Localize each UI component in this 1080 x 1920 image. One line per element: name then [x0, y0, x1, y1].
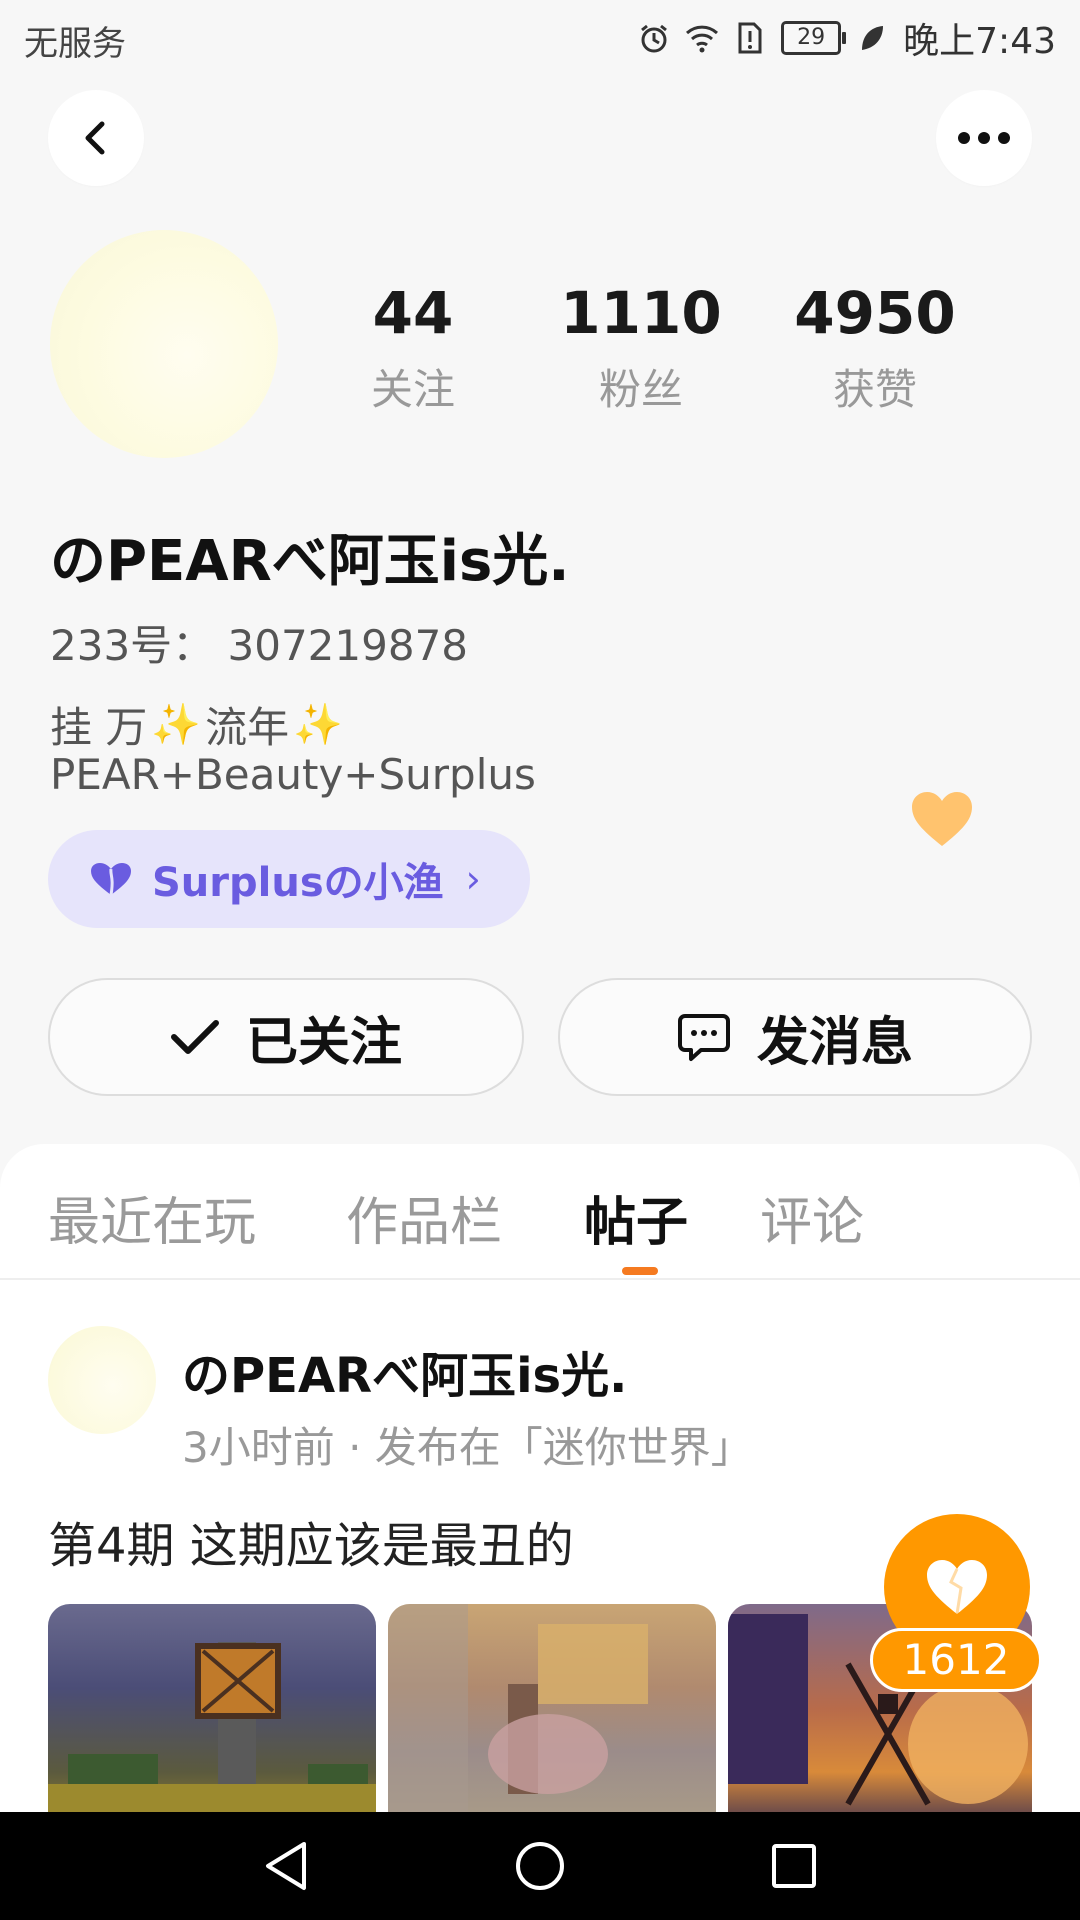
- followers-label: 粉丝: [598, 365, 683, 414]
- user-id[interactable]: 233号： 307219878: [50, 612, 468, 673]
- chevron-left-icon: [85, 121, 105, 155]
- more-button[interactable]: [936, 90, 1032, 186]
- group-chip[interactable]: Surplusの小渔 ›: [48, 830, 530, 928]
- avatar[interactable]: [50, 230, 278, 458]
- heart-group-icon: [91, 863, 131, 896]
- nav-home-icon[interactable]: [514, 1840, 566, 1892]
- post-like-count: 1612: [870, 1628, 1042, 1692]
- stat-following[interactable]: 44 关注: [328, 278, 498, 417]
- nav-recents-icon[interactable]: [770, 1842, 818, 1890]
- following-count: 44: [372, 279, 454, 347]
- wifi-icon: [685, 21, 719, 55]
- post-image-1[interactable]: [48, 1604, 376, 1814]
- post-author-avatar[interactable]: [48, 1326, 156, 1434]
- likes-label: 获赞: [832, 365, 917, 414]
- bio-text-a: 挂 万: [50, 703, 148, 752]
- tab-indicator: [622, 1267, 658, 1275]
- more-dots-icon: [958, 132, 1010, 144]
- likes-count: 4950: [794, 279, 956, 347]
- sparkle-icon: ✨: [151, 702, 202, 748]
- carrier-text: 无服务: [24, 24, 126, 64]
- tab-comments[interactable]: 评论: [760, 1180, 864, 1255]
- post-meta: 3小时前 · 发布在「迷你世界」: [182, 1423, 753, 1472]
- check-icon: [170, 1020, 219, 1054]
- tab-bar: 最近在玩 作品栏 帖子 评论: [0, 1180, 1080, 1276]
- post-author-name[interactable]: のPEARべ阿玉is光.: [182, 1336, 627, 1406]
- following-label: 关注: [370, 365, 455, 414]
- stat-followers[interactable]: 1110 粉丝: [556, 278, 726, 417]
- divider: [0, 1278, 1080, 1280]
- tab-works[interactable]: 作品栏: [346, 1180, 502, 1255]
- message-button-label: 发消息: [756, 1012, 913, 1073]
- followers-count: 1110: [560, 279, 722, 347]
- post-title[interactable]: 第4期 这期应该是最丑的: [48, 1506, 574, 1576]
- bio-line-2: PEAR+Beauty+Surplus: [50, 750, 536, 799]
- group-name: Surplusの小渔: [152, 860, 444, 906]
- username: のPEARべ阿玉is光.: [50, 529, 570, 594]
- tab-recently-played[interactable]: 最近在玩: [48, 1180, 256, 1255]
- following-button-label: 已关注: [245, 1012, 402, 1073]
- leaf-icon: [855, 21, 889, 55]
- tab-posts[interactable]: 帖子: [584, 1180, 688, 1255]
- stat-likes[interactable]: 4950 获赞: [790, 278, 960, 417]
- chat-bubble-icon: [677, 1014, 730, 1061]
- status-icons: 29 晚上7:43: [637, 12, 1056, 64]
- status-time: 晚上7:43: [903, 21, 1056, 62]
- post-image-2[interactable]: [388, 1604, 716, 1814]
- sim-alert-icon: [733, 21, 767, 55]
- bio-line-1: 挂 万 ✨ 流年 ✨: [50, 694, 347, 755]
- system-nav-bar: [0, 1812, 1080, 1920]
- bio-text-b: 流年: [205, 703, 290, 752]
- heart-icon[interactable]: [910, 790, 986, 866]
- message-button[interactable]: 发消息: [558, 978, 1032, 1096]
- battery-icon: 29: [781, 21, 847, 55]
- chevron-right-icon: ›: [465, 857, 481, 901]
- nav-back-icon[interactable]: [262, 1840, 310, 1892]
- status-bar: 无服务 29 晚上7:43: [0, 0, 1080, 76]
- heart-icon: [927, 1560, 987, 1615]
- following-button[interactable]: 已关注: [48, 978, 524, 1096]
- sparkle-icon: ✨: [293, 702, 343, 748]
- back-button[interactable]: [48, 90, 144, 186]
- alarm-icon: [637, 21, 671, 55]
